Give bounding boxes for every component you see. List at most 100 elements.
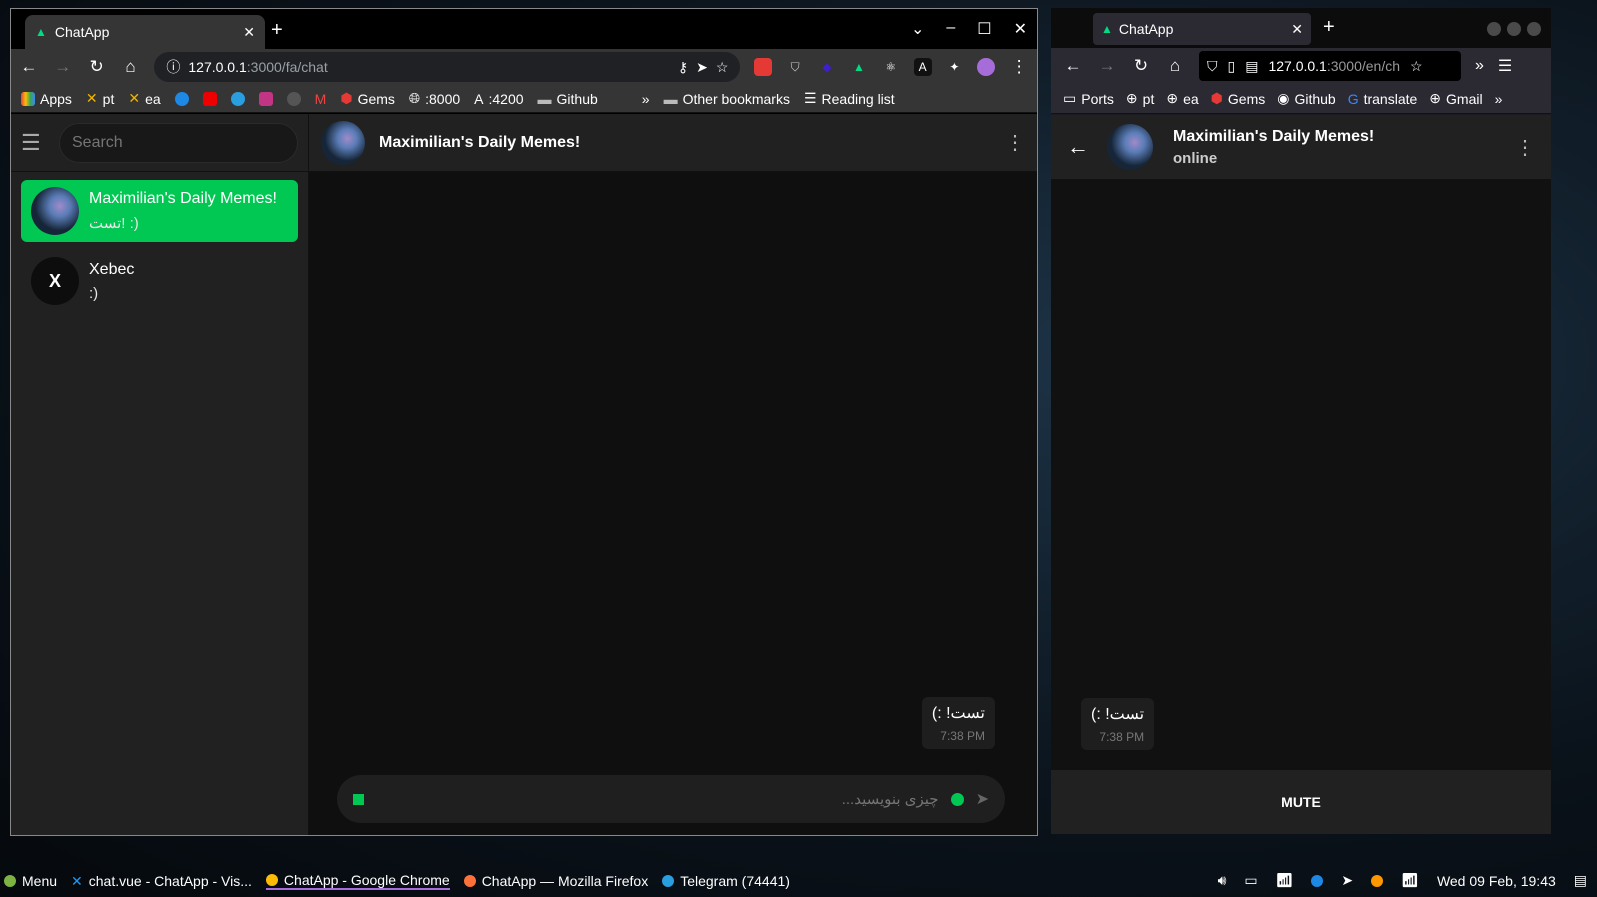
alert-icon[interactable] [1371,874,1384,887]
address-bar[interactable]: ⓘ 127.0.0.1:3000/fa/chat ⚷ ➤ ☆ [154,52,741,82]
taskbar-chrome[interactable]: ChatApp - Google Chrome [265,872,450,890]
us-flag-icon[interactable]: ▤ [1574,872,1587,889]
overflow-icon[interactable]: » [1475,57,1484,75]
chat-avatar[interactable] [321,120,365,165]
bookmark-ea[interactable]: ⊕ ea [1166,90,1198,107]
github-hex-icon[interactable] [286,91,301,106]
search-input[interactable] [59,122,298,163]
close-window-button[interactable]: ✕ [1014,19,1027,39]
network-icon[interactable]: 📶︎ [1401,872,1419,889]
bookmark-ports[interactable]: ▭ Ports [1063,90,1114,107]
back-arrow-icon[interactable]: ← [1067,134,1089,160]
close-tab-icon[interactable]: ✕ [1291,21,1303,38]
star-icon: ☆ [1410,57,1423,74]
message-input[interactable] [376,790,939,808]
more-bookmarks-icon[interactable]: » [642,91,650,107]
react-extension-icon[interactable]: ⚛ [882,58,900,76]
avatar [31,187,79,235]
layers-extension-icon[interactable]: ◆ [818,58,836,76]
new-tab-button[interactable]: + [271,19,283,42]
dice-extension-icon[interactable] [754,58,773,76]
send-icon[interactable]: ➤ [976,789,989,809]
back-icon[interactable]: ← [1063,56,1083,76]
send-tab-icon[interactable]: ➤ [696,59,708,76]
address-bar[interactable]: ⛉ ▯ ▤ 127.0.0.1:3000/en/ch ☆ [1199,51,1461,81]
bookmark-pt[interactable]: ⊕ pt [1126,90,1154,107]
forward-icon[interactable]: → [53,57,73,77]
telegram-tray-icon[interactable]: ➤ [1341,872,1353,889]
more-options-icon[interactable]: ⋮ [1515,135,1535,160]
volume-icon[interactable]: 🔊︎ [1218,872,1227,889]
star-icon[interactable]: ☆ [716,59,729,76]
maximize-button[interactable]: ☐ [977,19,991,39]
back-icon[interactable]: ← [19,57,39,77]
chat-list-item[interactable]: X Xebec:) [21,250,298,312]
emoji-icon[interactable] [950,792,964,806]
wifi-icon[interactable]: 📶︎ [1276,872,1294,889]
more-bookmarks-icon[interactable]: » [1495,91,1503,107]
mute-button[interactable]: MUTE [1051,770,1551,834]
online-status: online [1173,149,1218,167]
chat-sidebar: ☰ Maximilian's Daily Memes!تست! :) XXebe… [11,114,309,835]
youtube-icon[interactable] [202,91,217,106]
message-composer: ➤ [337,775,1005,823]
chrome-menu-icon[interactable]: ⋮ [1009,57,1029,77]
nuxt-extension-icon[interactable]: ▲ [850,58,868,76]
bookmark-8000[interactable]: 🌐︎:8000 [409,90,460,107]
other-bookmarks[interactable]: ▬ Other bookmarks [664,91,790,107]
page-icon: ▯ [1227,57,1236,74]
hamburger-menu-icon[interactable]: ☰ [21,130,45,156]
bookmark-pt[interactable]: ✕ pt [86,90,114,107]
skype-icon[interactable] [174,91,189,106]
more-options-icon[interactable]: ⋮ [1005,130,1025,155]
reload-icon[interactable]: ↻ [87,57,107,77]
hamburger-menu-icon[interactable]: ☰ [1498,56,1512,76]
angular-extension-icon[interactable]: A [913,58,932,76]
sync-icon[interactable] [1311,874,1324,887]
system-tray: 🔊︎ ▭ 📶︎ ➤ 📶︎ Wed 09 Feb, 19:43 ▤ [1218,872,1587,889]
taskbar-telegram[interactable]: Telegram (74441) [662,873,790,889]
key-icon[interactable]: ⚷ [678,59,688,76]
maximize-button[interactable] [1507,22,1521,36]
chat-avatar[interactable] [1107,124,1153,170]
bookmark-gems[interactable]: ⬢ Gems [1211,90,1266,107]
telegram-icon[interactable] [230,91,245,106]
clock[interactable]: Wed 09 Feb, 19:43 [1437,873,1556,889]
shield-extension-icon[interactable]: ⛉ [786,58,804,76]
taskbar-menu[interactable]: Menu [4,873,57,889]
bookmark-4200[interactable]: A:4200 [474,91,523,107]
close-tab-icon[interactable]: ✕ [243,24,255,41]
bookmark-github[interactable]: ◉ Github [1277,90,1335,107]
profile-avatar[interactable] [977,58,996,76]
image-attach-icon[interactable] [353,793,364,805]
firefox-tab[interactable]: ▲ ChatApp ✕ [1093,13,1311,45]
bookmark-gems[interactable]: ⬢ Gems [340,90,395,107]
taskbar-vscode[interactable]: ✕ chat.vue - ChatApp - Vis... [71,873,252,890]
minimize-button[interactable] [1487,22,1501,36]
chrome-tab[interactable]: ▲ ChatApp ✕ [25,15,265,49]
shield-icon: ⛉ [1207,57,1218,74]
bookmark-apps[interactable]: Apps [21,91,72,107]
bookmark-translate[interactable]: Gtranslate [1348,91,1418,107]
home-icon[interactable]: ⌂ [1165,56,1185,76]
close-window-button[interactable] [1527,22,1541,36]
avatar: X [31,257,79,305]
bookmark-ea[interactable]: ✕ ea [128,90,160,107]
puzzle-extensions-icon[interactable]: ✦ [946,58,964,76]
chat-main: Maximilian's Daily Memes! ⋮ تست! :) 7:38 P… [309,114,1037,835]
battery-icon[interactable]: ▭ [1244,872,1257,889]
new-tab-button[interactable]: + [1323,16,1335,39]
forward-icon[interactable]: → [1097,56,1117,76]
reload-icon[interactable]: ↻ [1131,56,1151,76]
gmail-icon[interactable]: M [315,91,327,107]
bookmark-gmail[interactable]: ⊕ Gmail [1429,90,1482,107]
tab-search-icon[interactable]: ⌄ [911,19,924,39]
reading-list[interactable]: ☰ Reading list [804,90,895,107]
bookmark-github[interactable]: ▬ Github [538,91,598,107]
minimize-button[interactable]: – [946,19,955,39]
home-icon[interactable]: ⌂ [121,57,141,77]
taskbar-firefox[interactable]: ChatApp — Mozilla Firefox [463,873,648,889]
chat-list-item[interactable]: Maximilian's Daily Memes! تست! :) [21,180,298,242]
nuxt-logo-icon: ▲ [1101,22,1113,36]
instagram-icon[interactable] [258,91,273,106]
